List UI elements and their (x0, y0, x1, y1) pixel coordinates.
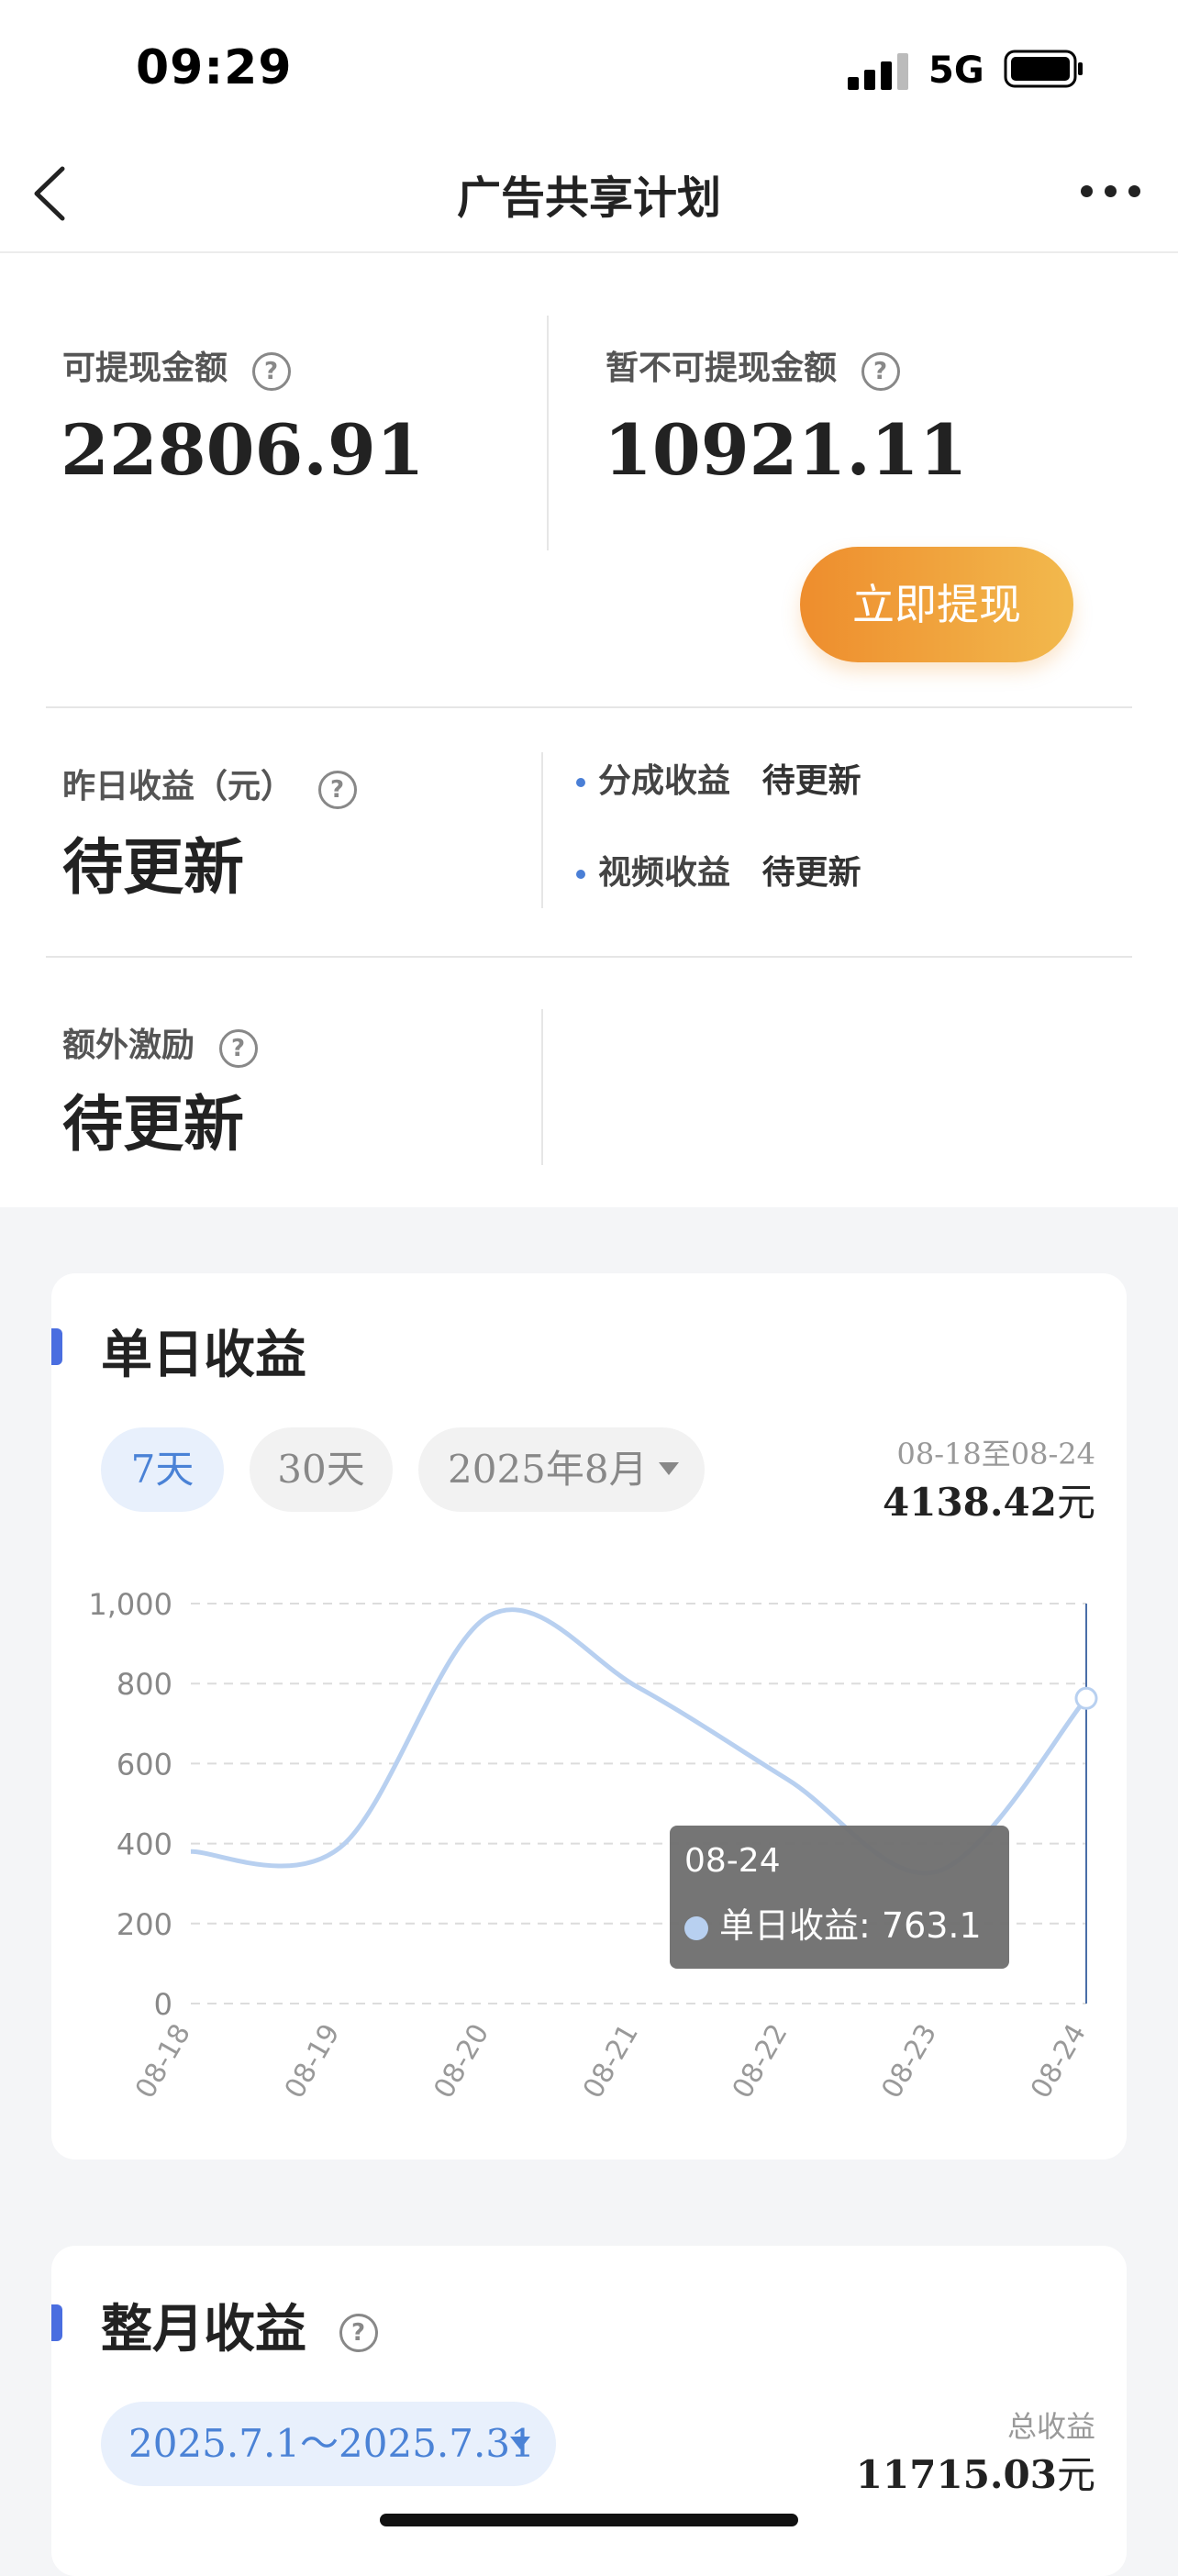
y-tick-label: 600 (117, 1747, 172, 1782)
x-tick-label: 08-22 (727, 2019, 795, 2104)
month-select[interactable]: 2025年8月 (418, 1427, 705, 1512)
network-type: 5G (928, 50, 984, 92)
x-tick-label: 08-21 (577, 2019, 645, 2104)
divider (46, 706, 1132, 708)
y-tick-label: 0 (154, 1987, 172, 2022)
monthly-total: 11715.03元 (855, 2452, 1095, 2497)
battery-icon (1004, 50, 1083, 88)
chevron-down-icon (510, 2437, 530, 2449)
x-tick-label: 08-20 (428, 2019, 495, 2104)
withdrawable-label: 可提现金额 ? (62, 341, 291, 391)
divider (547, 316, 549, 550)
x-tick-label: 08-19 (279, 2019, 347, 2104)
y-tick-label: 800 (117, 1667, 172, 1702)
pending-label: 暂不可提现金额 ? (606, 341, 900, 391)
divider (541, 752, 543, 908)
help-icon[interactable]: ? (218, 1029, 258, 1068)
x-tick-label: 08-18 (129, 2019, 197, 2104)
extra-label: 额外激励 ? (62, 1018, 258, 1068)
pending-amount: 10921.11 (604, 409, 968, 491)
more-icon[interactable] (1073, 178, 1147, 202)
bullet-dot (576, 870, 585, 879)
tooltip-date: 08-24 (684, 1842, 781, 1880)
daily-title: 单日收益 (101, 1326, 306, 1385)
x-tick-label: 08-24 (1025, 2019, 1093, 2104)
video-income-row: 视频收益 待更新 (576, 846, 861, 894)
signal-icon (848, 53, 908, 90)
bullet-dot (576, 778, 585, 787)
withdrawable-amount: 22806.91 (61, 409, 425, 491)
chart-tooltip: 08-24 单日收益: 763.1 (670, 1826, 1009, 1969)
month-range-select[interactable]: 2025.7.1～2025.7.31 (101, 2402, 556, 2486)
home-indicator (380, 2514, 798, 2526)
help-icon[interactable]: ? (317, 771, 357, 809)
share-income-row: 分成收益 待更新 (576, 754, 861, 802)
tab-30days[interactable]: 30天 (250, 1427, 393, 1512)
yesterday-value: 待更新 (62, 832, 244, 903)
monthly-total-label: 总收益 (1006, 2409, 1095, 2444)
daily-range: 08-18至08-24 (896, 1437, 1095, 1471)
series-dot (684, 1915, 708, 1940)
title-accent (51, 2304, 62, 2341)
extra-value: 待更新 (62, 1089, 244, 1160)
y-tick-label: 200 (117, 1907, 172, 1942)
page-title: 广告共享计划 (456, 172, 721, 224)
monthly-title: 整月收益 ? (101, 2288, 378, 2362)
withdraw-button[interactable]: 立即提现 (800, 547, 1073, 662)
y-tick-label: 400 (117, 1827, 172, 1862)
help-icon[interactable]: ? (251, 352, 291, 391)
status-time: 09:29 (136, 40, 293, 95)
help-icon[interactable]: ? (339, 2313, 378, 2352)
y-tick-label: 1,000 (88, 1587, 172, 1622)
daily-total: 4138.42元 (883, 1480, 1095, 1525)
title-accent (51, 1328, 62, 1365)
tooltip-value-row: 单日收益: 763.1 (684, 1897, 982, 1948)
chevron-down-icon (659, 1462, 679, 1475)
tab-7days[interactable]: 7天 (101, 1427, 224, 1512)
yesterday-label: 昨日收益（元） ? (62, 760, 357, 809)
help-icon[interactable]: ? (861, 352, 900, 391)
divider (541, 1009, 543, 1165)
x-tick-label: 08-23 (875, 2019, 943, 2104)
divider (46, 956, 1132, 958)
highlight-point (1074, 1686, 1098, 1710)
